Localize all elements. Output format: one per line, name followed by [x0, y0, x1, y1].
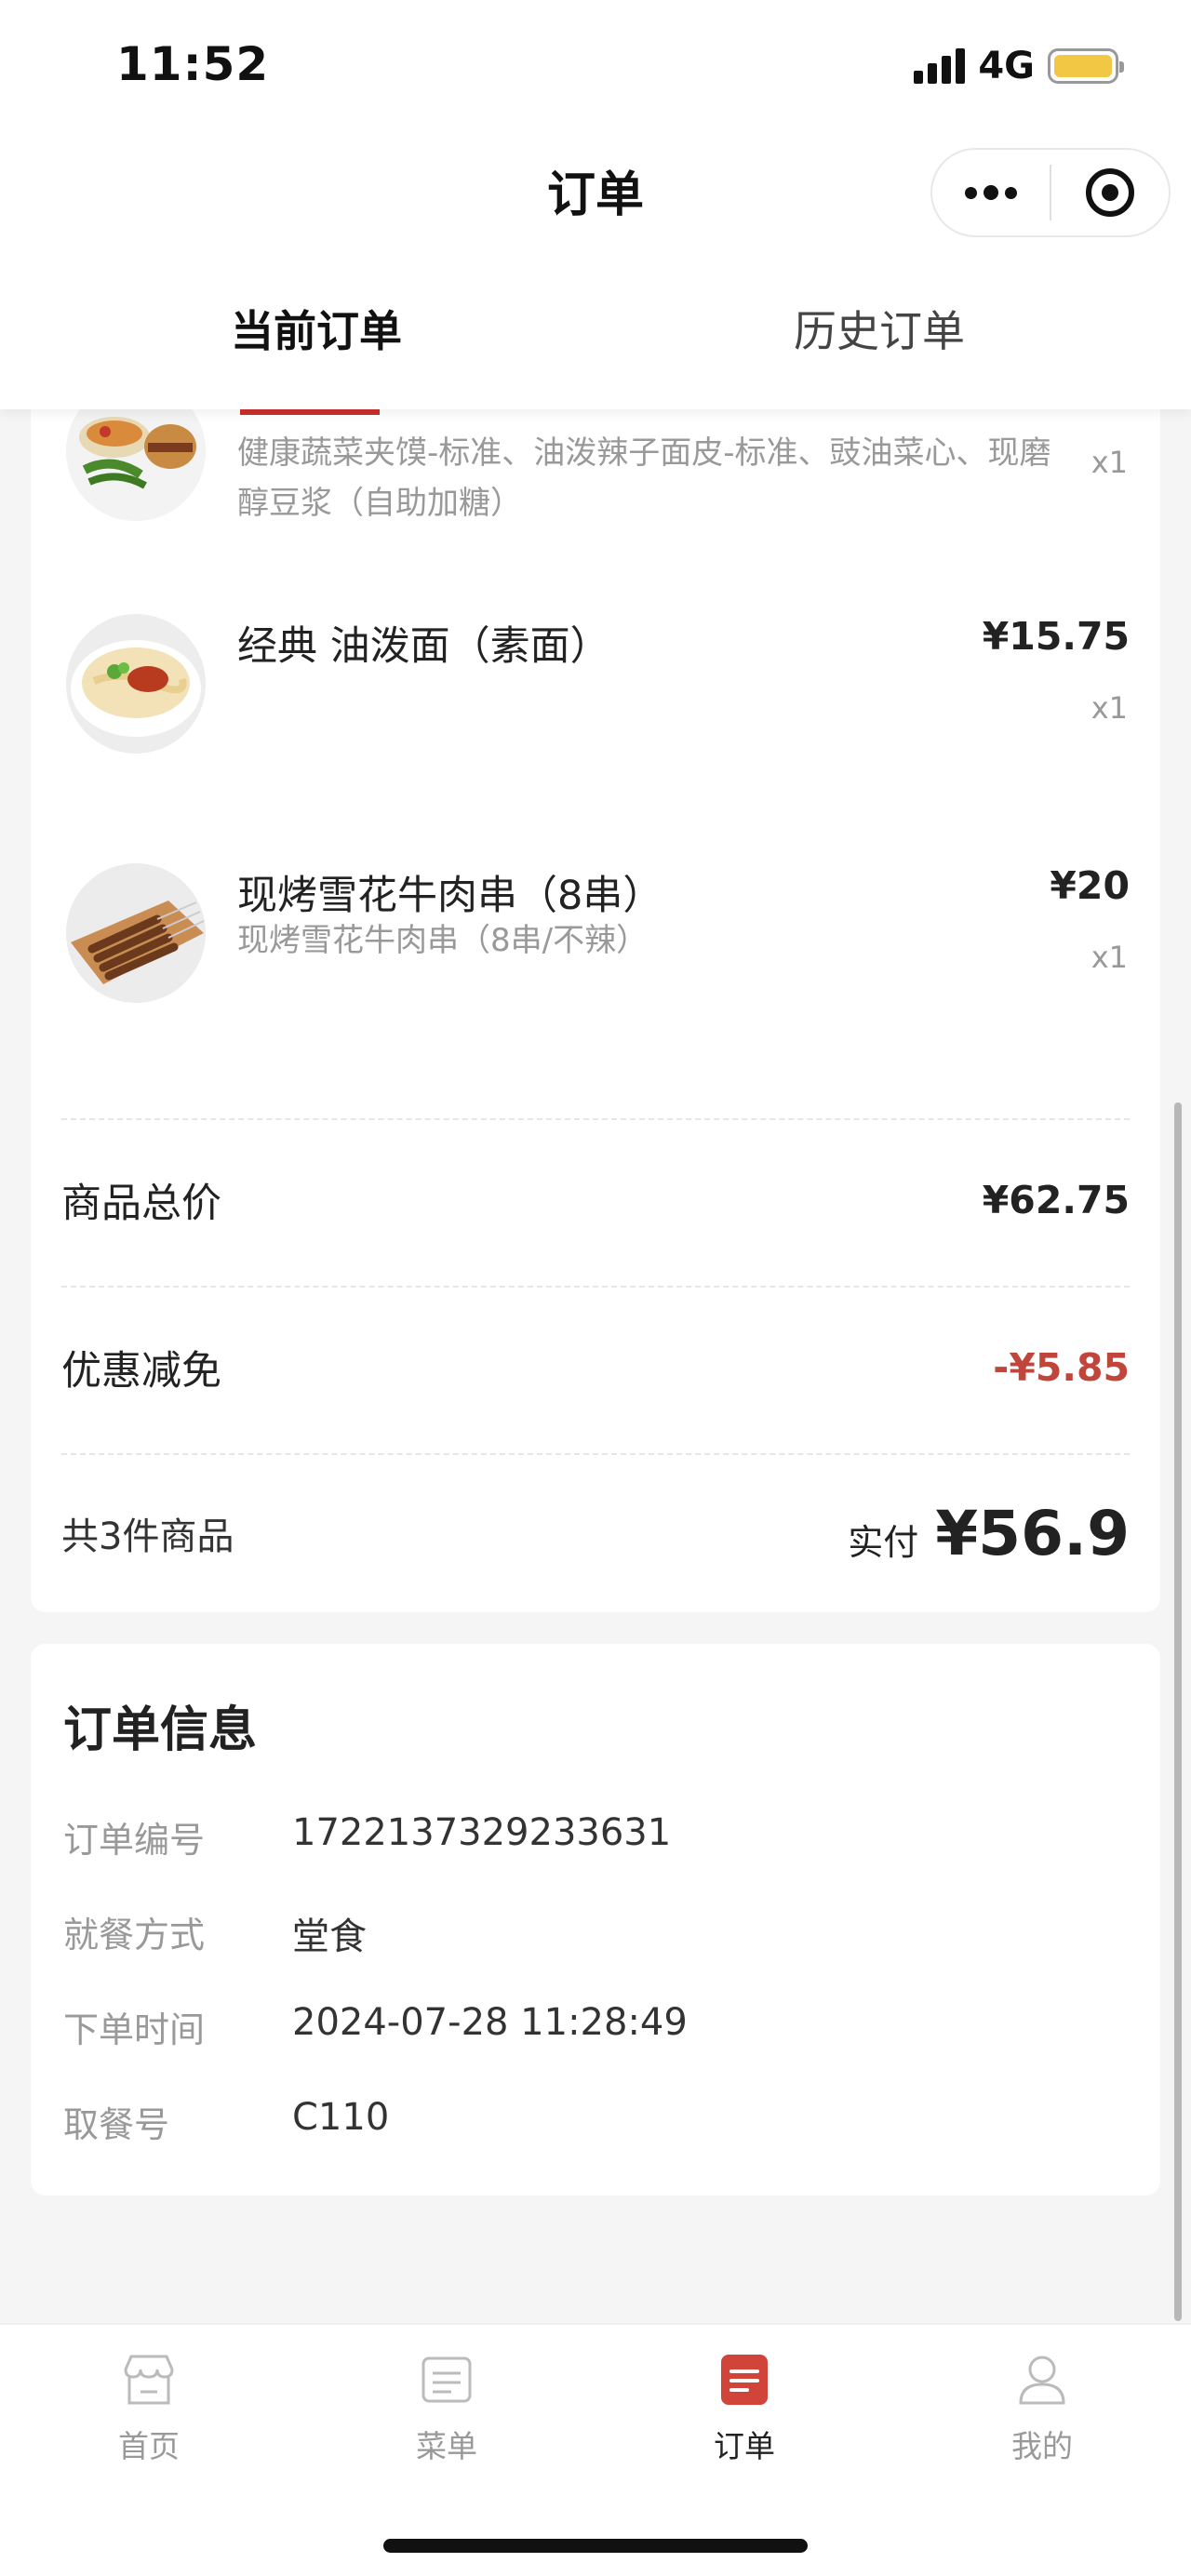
- item-name: 现烤雪花牛肉串（8串）: [237, 873, 663, 919]
- order-number-label: 订单编号: [63, 1820, 206, 1861]
- dining-mode-value: 堂食: [292, 1915, 367, 1958]
- tabbar-label: 首页: [118, 2428, 180, 2464]
- tabbar-label: 菜单: [416, 2428, 477, 2464]
- order-time-label: 下单时间: [63, 2009, 206, 2050]
- store-icon: [120, 2351, 178, 2409]
- paid-amount: ¥56.9: [935, 1497, 1130, 1569]
- signal-icon: [914, 48, 966, 84]
- close-miniprogram-icon[interactable]: [1051, 150, 1169, 235]
- tab-history-orders[interactable]: 历史订单: [794, 298, 965, 359]
- subtotal-row: 商品总价 ¥62.75: [61, 1154, 1130, 1247]
- tabbar-item-profile[interactable]: 我的: [949, 2351, 1135, 2466]
- pickup-number-label: 取餐号: [63, 2104, 170, 2145]
- order-tabs: 当前订单 历史订单: [0, 251, 1191, 409]
- tabbar-item-home[interactable]: 首页: [56, 2351, 242, 2466]
- paid-label: 实付: [848, 1521, 919, 1563]
- order-items-card: 健康蔬菜夹馍-标准、油泼辣子面皮-标准、豉油菜心、现磨醇豆浆（自助加糖） x1 …: [31, 409, 1160, 1612]
- nav-header: 订单: [0, 135, 1191, 251]
- order-info-title: 订单信息: [63, 1702, 258, 1758]
- item-description: 现烤雪花牛肉串（8串/不辣）: [237, 922, 649, 959]
- discount-value: -¥5.85: [993, 1345, 1130, 1390]
- item-promo-tag: [240, 409, 380, 415]
- set-meal-image: [66, 409, 206, 521]
- home-indicator[interactable]: [383, 2539, 808, 2553]
- status-time: 11:52: [116, 37, 270, 91]
- scrollbar[interactable]: [1174, 1102, 1182, 2321]
- discount-label: 优惠减免: [61, 1348, 221, 1395]
- divider: [61, 1286, 1130, 1288]
- item-quantity: x1: [1091, 940, 1128, 975]
- order-item: 现烤雪花牛肉串（8串） 现烤雪花牛肉串（8串/不辣） ¥20 x1: [31, 863, 1160, 1049]
- item-price: ¥15.75: [982, 614, 1130, 659]
- item-count: 共3件商品: [61, 1515, 234, 1558]
- tabbar-item-menu[interactable]: 菜单: [354, 2351, 540, 2466]
- battery-icon: [1048, 48, 1124, 84]
- item-quantity: x1: [1091, 690, 1128, 726]
- dining-mode-label: 就餐方式: [63, 1915, 206, 1955]
- order-number-value: 1722137329233631: [292, 1811, 672, 1854]
- order-item: 健康蔬菜夹馍-标准、油泼辣子面皮-标准、豉油菜心、现磨醇豆浆（自助加糖） x1: [31, 409, 1160, 540]
- tabbar-label: 我的: [1011, 2428, 1073, 2464]
- divider: [61, 1453, 1130, 1455]
- network-type: 4G: [978, 45, 1035, 87]
- pickup-number-value: C110: [292, 2096, 390, 2139]
- tabbar-label: 订单: [714, 2428, 775, 2464]
- total-row: 共3件商品 实付 ¥56.9: [61, 1487, 1130, 1580]
- item-quantity: x1: [1091, 445, 1128, 480]
- divider: [61, 1118, 1130, 1120]
- status-bar: 11:52 4G: [0, 0, 1191, 135]
- discount-row: 优惠减免 -¥5.85: [61, 1321, 1130, 1414]
- subtotal-value: ¥62.75: [982, 1178, 1130, 1222]
- item-price: ¥20: [1050, 863, 1130, 908]
- item-description: 健康蔬菜夹馍-标准、油泼辣子面皮-标准、豉油菜心、现磨醇豆浆（自助加糖）: [237, 434, 1051, 522]
- order-item: 经典 油泼面（素面） ¥15.75 x1: [31, 614, 1160, 800]
- profile-icon: [1013, 2351, 1071, 2409]
- noodle-bowl-image: [66, 614, 206, 754]
- miniprogram-capsule: [930, 148, 1171, 237]
- status-indicators: 4G: [914, 45, 1124, 87]
- order-info-card: 订单信息 订单编号 1722137329233631 就餐方式 堂食 下单时间 …: [31, 1644, 1160, 2196]
- more-icon[interactable]: [932, 150, 1050, 235]
- item-name: 经典 油泼面（素面）: [237, 623, 610, 670]
- menu-list-icon: [418, 2351, 475, 2409]
- tabbar-item-orders[interactable]: 订单: [651, 2351, 837, 2466]
- beef-skewer-image: [66, 863, 206, 1003]
- order-icon: [716, 2351, 773, 2409]
- order-time-value: 2024-07-28 11:28:49: [292, 2001, 688, 2044]
- tab-current-orders[interactable]: 当前订单: [231, 298, 402, 359]
- subtotal-label: 商品总价: [61, 1181, 221, 1227]
